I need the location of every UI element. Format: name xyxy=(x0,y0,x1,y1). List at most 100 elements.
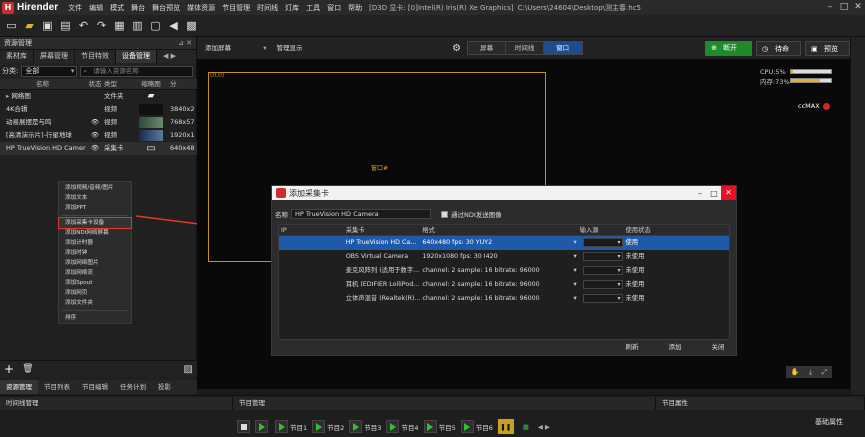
tab-resource[interactable]: 资源管理 xyxy=(0,380,38,394)
pause-icon[interactable]: ❚❚ xyxy=(497,419,514,434)
standby-button[interactable]: ◷ 待命 xyxy=(755,40,801,56)
menu-tools[interactable]: 工具 xyxy=(306,3,320,13)
menu-stage[interactable]: 舞台 xyxy=(131,3,145,13)
format-select[interactable]: channel: 2 sample: 16 bitrate: 96000 ▾ xyxy=(422,278,579,292)
menu-add-media[interactable]: 添加视频/音频/图片 xyxy=(59,183,131,193)
input-source-select[interactable] xyxy=(580,264,626,278)
col-status[interactable]: 状态 xyxy=(86,79,104,89)
program-1[interactable]: 节目1 xyxy=(275,419,307,434)
tab-scroll-icon[interactable]: ◀ ▶ xyxy=(157,50,182,63)
col-name[interactable]: 名称 xyxy=(0,79,86,89)
preview-button[interactable]: ▣ 预览 xyxy=(804,40,851,56)
category-select[interactable]: 全部 xyxy=(21,65,78,77)
tab-screen[interactable]: 屏幕管理 xyxy=(34,50,75,63)
open-button[interactable]: ⊕ 断开 xyxy=(705,40,752,56)
input-source-select[interactable] xyxy=(580,236,626,250)
redo-icon[interactable]: ↷ xyxy=(94,18,109,33)
format-select[interactable]: 1920x1080 fps: 30 I420 ▾ xyxy=(422,250,579,264)
image-icon[interactable]: ▨ xyxy=(184,364,193,375)
play-all-button[interactable] xyxy=(255,419,270,434)
program-4[interactable]: 节目4 xyxy=(386,419,419,434)
menu-add-ppt[interactable]: 添加PPT xyxy=(59,203,131,213)
menu-add-webpage[interactable]: 添加网页 xyxy=(59,288,131,298)
tab-material[interactable]: 素材库 xyxy=(0,50,34,63)
tab-schedule[interactable]: 任务计划 xyxy=(114,380,152,394)
resource-row[interactable]: [高清演示片]-行星地球 👁 视频 1920x1 xyxy=(0,129,197,142)
view-window[interactable]: 窗口 xyxy=(544,42,583,54)
col-type[interactable]: 类型 xyxy=(104,79,132,89)
col-thumb[interactable]: 缩略图 xyxy=(132,79,170,89)
close-icon[interactable]: ✕ xyxy=(851,0,865,15)
device-row[interactable]: 麦克风阵列 (适用于数字... channel: 2 sample: 16 bi… xyxy=(279,264,729,278)
eye-icon[interactable]: 👁 xyxy=(86,129,104,142)
undo-icon[interactable]: ↶ xyxy=(76,18,91,33)
input-source-box[interactable] xyxy=(582,278,624,292)
menu-stage-preview[interactable]: 舞台预览 xyxy=(152,3,180,13)
input-source-box[interactable] xyxy=(582,250,624,264)
resource-row[interactable]: 4K合辑 视频 3840x2 xyxy=(0,103,197,116)
format-select[interactable]: channel: 2 sample: 16 bitrate: 96000 ▾ xyxy=(422,264,579,278)
refresh-button[interactable]: 刷新 xyxy=(612,341,652,353)
save-as-icon[interactable]: ▤ xyxy=(58,18,73,33)
grid-icon[interactable]: ▦ xyxy=(112,18,127,33)
menu-help[interactable]: 帮助 xyxy=(348,3,362,13)
open-folder-icon[interactable]: ▰ xyxy=(22,18,37,33)
stop-button[interactable] xyxy=(237,419,250,434)
resource-row[interactable]: 动易展摆是与鸣 👁 视频 768x57 xyxy=(0,116,197,129)
input-source-box[interactable] xyxy=(582,292,624,306)
device-row[interactable]: 立体声混音 (Realtek(R)... channel: 2 sample: … xyxy=(279,292,729,306)
tiles-icon[interactable]: ▩ xyxy=(184,18,199,33)
menu-sort[interactable]: 排序 xyxy=(59,313,131,323)
new-file-icon[interactable]: ▭ xyxy=(4,18,19,33)
save-icon[interactable]: ▣ xyxy=(40,18,55,33)
dialog-minimize-icon[interactable]: – xyxy=(693,189,707,198)
menu-window[interactable]: 窗口 xyxy=(327,3,341,13)
speaker-icon[interactable]: ◀ xyxy=(166,18,181,33)
menu-add-ndi[interactable]: 添加NDI网络屏幕 xyxy=(59,228,131,238)
input-source-select[interactable] xyxy=(580,292,626,306)
menu-add-spout[interactable]: 添加Spout xyxy=(59,278,131,288)
dialog-close-icon[interactable]: ✕ xyxy=(721,186,736,200)
device-row[interactable]: 耳机 (EDIFIER LolliPod... channel: 2 sampl… xyxy=(279,278,729,292)
format-select[interactable]: 640x480 fps: 30 YUY2 ▾ xyxy=(422,236,579,250)
menu-edit[interactable]: 编辑 xyxy=(89,3,103,13)
menu-lights[interactable]: 灯库 xyxy=(285,3,299,13)
menu-mode[interactable]: 模式 xyxy=(110,3,124,13)
window-icon[interactable]: ▢ xyxy=(148,18,163,33)
program-5[interactable]: 节目5 xyxy=(423,419,456,434)
name-input[interactable]: HP TrueVision HD Camera xyxy=(291,209,431,219)
col-res[interactable]: 分 xyxy=(170,79,197,89)
dialog-maximize-icon[interactable]: □ xyxy=(707,189,721,198)
add-button[interactable]: 添加 xyxy=(655,341,695,353)
tab-program-edit[interactable]: 节目编辑 xyxy=(76,380,114,394)
device-row[interactable]: HP TrueVision HD Ca... 640x480 fps: 30 Y… xyxy=(279,236,729,250)
menu-add-web-image[interactable]: 添加网络图片 xyxy=(59,258,131,268)
minimize-icon[interactable]: – xyxy=(823,0,837,15)
menu-add-folder[interactable]: 添加文件夹 xyxy=(59,298,131,308)
maximize-icon[interactable]: □ xyxy=(837,0,851,15)
format-select[interactable]: channel: 2 sample: 16 bitrate: 96000 ▾ xyxy=(422,292,579,306)
eye-icon[interactable]: 👁 xyxy=(86,142,104,155)
scroll-arrows-icon[interactable]: ◀ ▶ xyxy=(538,419,550,434)
hand-icon[interactable]: ✋ xyxy=(791,368,800,376)
menu-add-stream[interactable]: 添加网络流 xyxy=(59,268,131,278)
tab-effects[interactable]: 节目特效 xyxy=(75,50,116,63)
program-6[interactable]: 节目6 xyxy=(460,419,493,434)
manage-display-dropdown[interactable]: 管理显示 xyxy=(272,41,341,55)
resource-row[interactable]: HP TrueVision HD Camera 👁 采集卡 ▭ 640x48 xyxy=(0,142,197,155)
input-source-select[interactable] xyxy=(580,250,626,264)
menu-media[interactable]: 媒体资源 xyxy=(187,3,215,13)
fit-icon[interactable]: ⤢ xyxy=(822,368,828,377)
input-source-box[interactable] xyxy=(582,236,624,250)
view-timeline[interactable]: 时间线 xyxy=(506,42,545,54)
download-icon[interactable]: ⤓ xyxy=(809,368,812,377)
settings-gear-icon[interactable]: ⚙ xyxy=(452,43,461,54)
add-screen-dropdown[interactable]: 添加屏幕 ▾ xyxy=(201,41,269,55)
tab-program-list[interactable]: 节目列表 xyxy=(38,380,76,394)
menu-file[interactable]: 文件 xyxy=(68,3,82,13)
program-2[interactable]: 节目2 xyxy=(312,419,344,434)
delete-icon[interactable]: 🗑 xyxy=(22,364,33,374)
tab-projection[interactable]: 投影 xyxy=(152,380,177,394)
menu-program[interactable]: 节目管理 xyxy=(222,3,250,13)
input-source-box[interactable] xyxy=(582,264,624,278)
